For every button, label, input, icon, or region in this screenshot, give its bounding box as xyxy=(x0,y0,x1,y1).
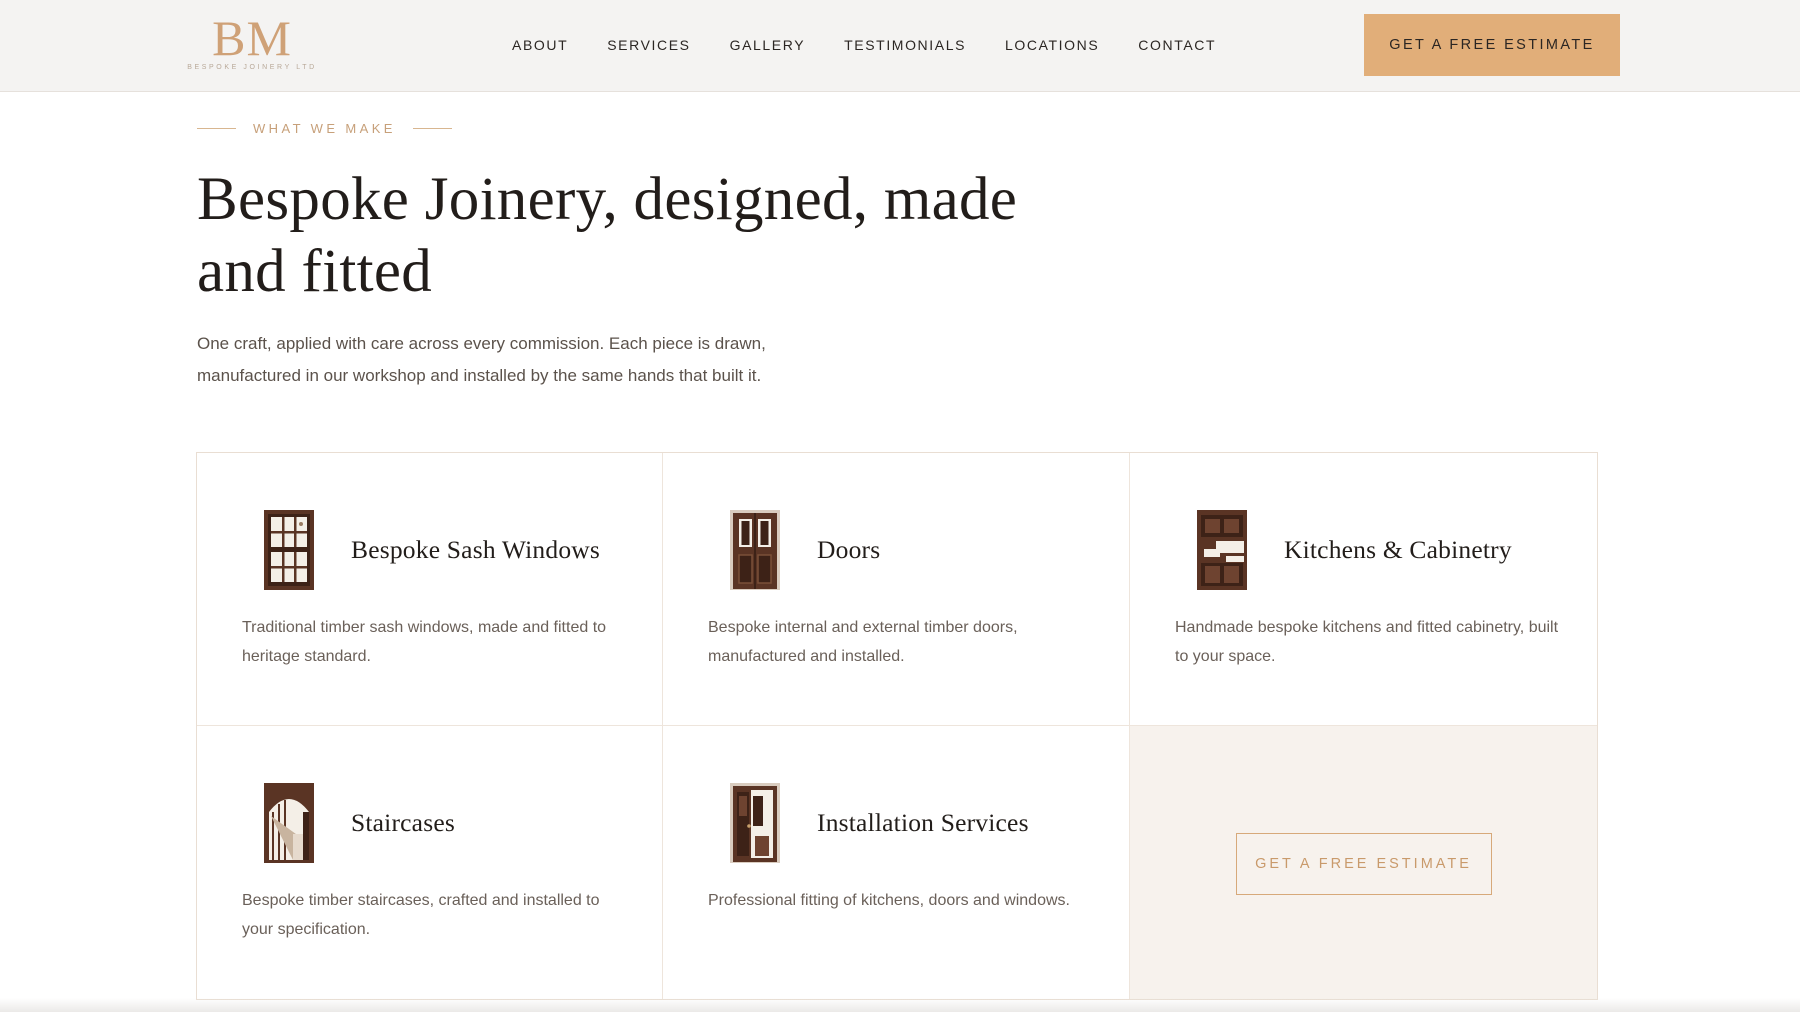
nav-gallery[interactable]: GALLERY xyxy=(730,37,806,57)
service-card-staircases[interactable]: Staircases Bespoke timber staircases, cr… xyxy=(197,726,663,999)
installation-icon xyxy=(729,782,781,864)
section-eyebrow: WHAT WE MAKE xyxy=(197,118,452,138)
service-description: Traditional timber sash windows, made an… xyxy=(242,619,607,665)
nav-contact[interactable]: CONTACT xyxy=(1138,37,1216,57)
service-title: Installation Services xyxy=(817,808,1029,837)
main-nav: ABOUT SERVICES GALLERY TESTIMONIALS LOCA… xyxy=(512,37,1216,57)
nav-locations[interactable]: LOCATIONS xyxy=(1005,37,1099,57)
service-card-installation[interactable]: Installation Services Professional fitti… xyxy=(663,726,1130,999)
service-title: Bespoke Sash Windows xyxy=(351,535,601,564)
nav-services[interactable]: SERVICES xyxy=(607,37,690,57)
eyebrow-text: WHAT WE MAKE xyxy=(253,120,396,136)
service-title: Staircases xyxy=(351,808,455,837)
service-description: Bespoke timber staircases, crafted and i… xyxy=(242,892,600,938)
service-card-sash-windows[interactable]: Bespoke Sash Windows Traditional timber … xyxy=(197,453,663,726)
nav-about[interactable]: ABOUT xyxy=(512,37,568,57)
service-description: Handmade bespoke kitchens and fitted cab… xyxy=(1175,619,1559,665)
section-title: Bespoke Joinery, designed, made and fitt… xyxy=(197,166,1018,305)
logo-subtitle: BESPOKE JOINERY LTD xyxy=(187,64,317,71)
service-card-doors[interactable]: Doors Bespoke internal and external timb… xyxy=(663,453,1130,726)
service-title: Doors xyxy=(817,535,881,564)
grid-estimate-button[interactable]: GET A FREE ESTIMATE xyxy=(1235,832,1492,895)
grid-cta-cell: GET A FREE ESTIMATE xyxy=(1130,726,1597,999)
service-card-kitchens[interactable]: Kitchens & Cabinetry Handmade bespoke ki… xyxy=(1130,453,1597,726)
page-fold-shadow xyxy=(0,998,1800,1012)
services-grid: Bespoke Sash Windows Traditional timber … xyxy=(196,452,1598,1000)
site-header: BM BESPOKE JOINERY LTD ABOUT SERVICES GA… xyxy=(0,0,1800,92)
header-estimate-button[interactable]: GET A FREE ESTIMATE xyxy=(1364,14,1620,76)
logo[interactable]: BM BESPOKE JOINERY LTD xyxy=(182,10,322,72)
service-description: Professional fitting of kitchens, doors … xyxy=(708,892,1070,909)
nav-testimonials[interactable]: TESTIMONIALS xyxy=(844,37,966,57)
eyebrow-rule-left xyxy=(197,127,236,129)
door-icon xyxy=(729,509,781,591)
logo-mark: BM xyxy=(212,10,292,66)
kitchen-cabinet-icon xyxy=(1196,509,1248,591)
service-title: Kitchens & Cabinetry xyxy=(1284,535,1512,564)
section-lead: One craft, applied with care across ever… xyxy=(197,334,766,385)
eyebrow-rule-right xyxy=(412,127,452,129)
staircase-icon xyxy=(263,782,315,864)
sash-window-icon xyxy=(263,509,315,591)
service-description: Bespoke internal and external timber doo… xyxy=(708,619,1018,665)
